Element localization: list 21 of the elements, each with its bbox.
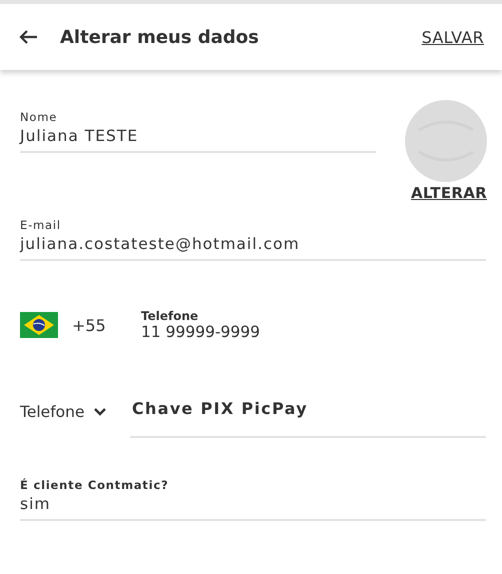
field-label: E-mail — [20, 218, 62, 232]
phone-field[interactable]: Telefone 11 99999-9999 — [141, 309, 260, 341]
change-photo-link[interactable]: ALTERAR — [411, 184, 487, 202]
page-title: Alterar meus dados — [60, 26, 260, 48]
field-label: Telefone — [141, 309, 200, 323]
brazil-flag-icon — [20, 312, 58, 338]
field-value: Juliana TESTE — [20, 127, 140, 145]
client-field[interactable]: É cliente Contmatic? sim — [20, 478, 486, 521]
pix-key-field[interactable]: Chave PIX PicPay — [130, 393, 486, 438]
chevron-down-icon — [92, 407, 107, 417]
pix-type-dropdown[interactable]: Telefone — [20, 403, 130, 421]
country-selector[interactable]: +55 — [20, 312, 141, 338]
save-link[interactable]: SALVAR — [422, 28, 484, 46]
email-field[interactable]: E-mail juliana.costateste@hotmail.com — [20, 218, 486, 261]
back-icon[interactable] — [18, 29, 38, 45]
field-value: sim — [20, 495, 52, 513]
field-label: Nome — [20, 110, 58, 124]
field-label: É cliente Contmatic? — [20, 478, 170, 492]
name-field[interactable]: Nome Juliana TESTE — [20, 110, 376, 153]
field-value: 11 99999-9999 — [141, 323, 260, 341]
field-value: juliana.costateste@hotmail.com — [20, 235, 301, 253]
